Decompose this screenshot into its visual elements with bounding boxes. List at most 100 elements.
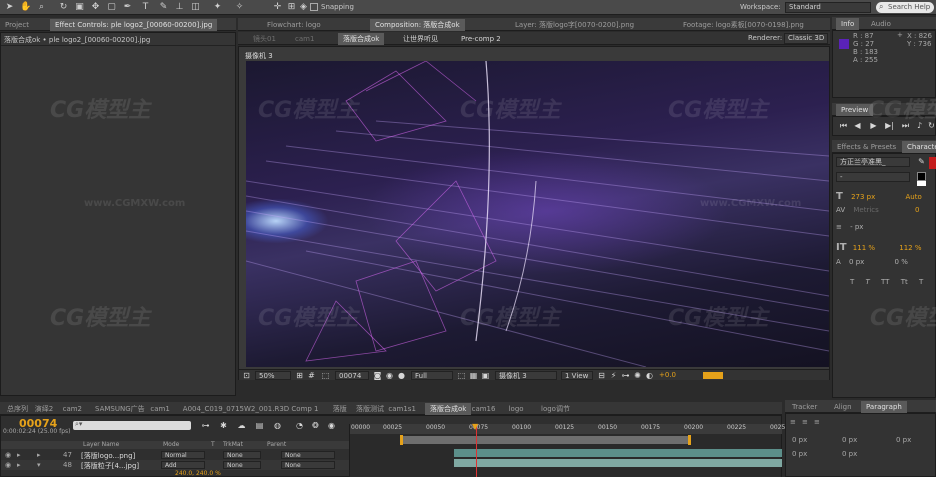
layer-parent-select[interactable]: None: [281, 461, 335, 469]
all-caps-button[interactable]: TT: [881, 278, 889, 286]
reset-exposure-icon[interactable]: ✺: [633, 371, 642, 380]
layer-expand-icon[interactable]: ▸: [17, 461, 21, 469]
rectangle-tool-icon[interactable]: ▢: [106, 2, 117, 13]
small-caps-button[interactable]: Tt: [901, 278, 908, 286]
scale-property-value[interactable]: 240.0, 240.0 %: [175, 470, 221, 477]
region-icon[interactable]: ⬚: [321, 371, 330, 380]
layer-expand-icon[interactable]: ▸: [17, 451, 21, 459]
comp-mini-flowchart-icon[interactable]: ⊶: [201, 421, 210, 430]
playhead-handle-icon[interactable]: ▼: [472, 422, 478, 431]
prev-frame-icon[interactable]: ◀: [853, 121, 862, 130]
tab-effect-controls[interactable]: Effect Controls: ple logo2_[00060-00200]…: [50, 19, 218, 31]
brainstorm-icon[interactable]: ❂: [311, 421, 320, 430]
indent-left-value[interactable]: 0 px: [792, 436, 807, 444]
timeline-tab[interactable]: cam1s1: [383, 403, 421, 415]
layer-collapse-icon[interactable]: ▸: [37, 451, 41, 459]
breadcrumb-item[interactable]: cam1: [290, 33, 319, 45]
faux-bold-button[interactable]: T: [850, 278, 854, 286]
flowchart-icon[interactable]: ⊶: [621, 371, 630, 380]
current-time-field[interactable]: 00074: [335, 371, 369, 380]
timeline-tab[interactable]: 落版合成ok: [425, 403, 472, 415]
view-layout-select[interactable]: 1 View: [561, 371, 593, 380]
faux-italic-button[interactable]: T: [866, 278, 870, 286]
grid-icon[interactable]: #: [307, 371, 316, 380]
breadcrumb-item[interactable]: 让世界听见: [398, 33, 443, 45]
layer-trkmat-select[interactable]: None: [223, 461, 261, 469]
hand-tool-icon[interactable]: ✋: [20, 2, 31, 13]
roi-icon[interactable]: ⬚: [457, 371, 466, 380]
timeline-tab[interactable]: 演绎2: [30, 403, 58, 415]
roto-brush-tool-icon[interactable]: ✦: [212, 2, 223, 13]
snapshot-icon[interactable]: ◙: [373, 371, 382, 380]
stroke-width-value[interactable]: - px: [850, 223, 863, 231]
timeline-tab[interactable]: 落版: [328, 403, 352, 415]
vertical-scale-value[interactable]: 111 %: [853, 244, 875, 252]
font-size-value[interactable]: 273 px: [851, 193, 875, 201]
fill-color-swatch[interactable]: [929, 157, 936, 169]
timeline-tab[interactable]: A004_C019_0715W2_001.R3D Comp 1: [178, 403, 324, 415]
eyedropper-icon[interactable]: ✎: [917, 157, 926, 166]
puppet-tool-icon[interactable]: ✧: [234, 2, 245, 13]
camera-tool-icon[interactable]: ▣: [74, 2, 85, 13]
work-area-start-handle[interactable]: [400, 435, 403, 445]
tab-audio[interactable]: Audio: [866, 18, 896, 30]
font-style-select[interactable]: -: [836, 172, 910, 182]
baseline-value[interactable]: 0 px: [849, 258, 864, 266]
tab-composition[interactable]: Composition: 落版合成ok: [370, 19, 465, 31]
breadcrumb-item[interactable]: 镜头01: [248, 33, 281, 45]
tsume-value[interactable]: 0 %: [895, 258, 908, 266]
pan-behind-tool-icon[interactable]: ✥: [90, 2, 101, 13]
draft-3d-icon[interactable]: ✱: [219, 421, 228, 430]
align-right-icon[interactable]: ≡: [814, 418, 820, 426]
tab-info[interactable]: Info: [836, 18, 860, 30]
breadcrumb-item[interactable]: 落版合成ok: [338, 33, 385, 45]
tab-project[interactable]: Project: [0, 19, 34, 31]
leading-value[interactable]: Auto: [905, 193, 921, 201]
timeline-tab[interactable]: 总序列: [2, 403, 33, 415]
timeline-tab[interactable]: cam1: [145, 403, 174, 415]
toggle-pixel-icon[interactable]: ⊟: [597, 371, 606, 380]
layer-mode-select[interactable]: Normal: [161, 451, 205, 459]
layer-bar[interactable]: [454, 459, 782, 467]
col-t[interactable]: T: [211, 441, 215, 448]
fast-previews-icon[interactable]: ⚡: [609, 371, 618, 380]
brush-tool-icon[interactable]: ✎: [158, 2, 169, 13]
space-after-value[interactable]: 0 px: [842, 450, 857, 458]
world-axis-icon[interactable]: ⊞: [286, 2, 297, 13]
white-swatch[interactable]: [917, 181, 926, 186]
layer-bar[interactable]: [454, 449, 782, 457]
shy-layers-icon[interactable]: ☁: [237, 421, 246, 430]
time-ruler[interactable]: 00000 00025 00050 00075 00100 00125 00150 00175…: [350, 424, 785, 434]
font-family-select[interactable]: 方正兰亭准黑_: [836, 157, 910, 167]
first-line-indent-value[interactable]: 0 px: [896, 436, 911, 444]
exposure-value[interactable]: +0.0: [659, 371, 676, 379]
color-swatch[interactable]: [703, 372, 723, 379]
safe-zones-icon[interactable]: ⊞: [295, 371, 304, 380]
col-trkmat[interactable]: TrkMat: [223, 441, 243, 448]
view-axis-icon[interactable]: ◈: [298, 2, 309, 13]
tab-tracker[interactable]: Tracker: [787, 401, 822, 413]
layer-name[interactable]: [落版粒子[4...jpg]: [81, 461, 139, 471]
eraser-tool-icon[interactable]: ◫: [190, 2, 201, 13]
space-before-value[interactable]: 0 px: [792, 450, 807, 458]
col-layer-name[interactable]: Layer Name: [83, 441, 119, 448]
selection-tool-icon[interactable]: ➤: [4, 2, 15, 13]
align-center-icon[interactable]: ≡: [802, 418, 808, 426]
camera-select[interactable]: 摄像机 3: [495, 371, 557, 380]
layer-eye-icon[interactable]: ◉: [5, 451, 11, 459]
tab-footage[interactable]: Footage: logo素板[0070-0198].png: [678, 19, 809, 31]
work-area-end-handle[interactable]: [688, 435, 691, 445]
horizontal-scale-value[interactable]: 112 %: [899, 244, 921, 252]
tab-paragraph[interactable]: Paragraph: [861, 401, 907, 413]
timeline-track-area[interactable]: 00000 00025 00050 00075 00100 00125 00150 00175…: [349, 422, 785, 477]
zoom-tool-icon[interactable]: ⌕: [36, 2, 47, 13]
superscript-button[interactable]: T: [919, 278, 923, 286]
graph-editor-icon[interactable]: ◔: [295, 421, 304, 430]
renderer-select[interactable]: Classic 3D: [784, 33, 828, 44]
indent-right-value[interactable]: 0 px: [842, 436, 857, 444]
tab-character[interactable]: Character: [902, 141, 936, 153]
layer-eye-icon[interactable]: ◉: [5, 461, 11, 469]
transparency-grid-icon[interactable]: ▦: [469, 371, 478, 380]
timeline-tab[interactable]: logo: [504, 403, 529, 415]
clone-tool-icon[interactable]: ⊥: [174, 2, 185, 13]
